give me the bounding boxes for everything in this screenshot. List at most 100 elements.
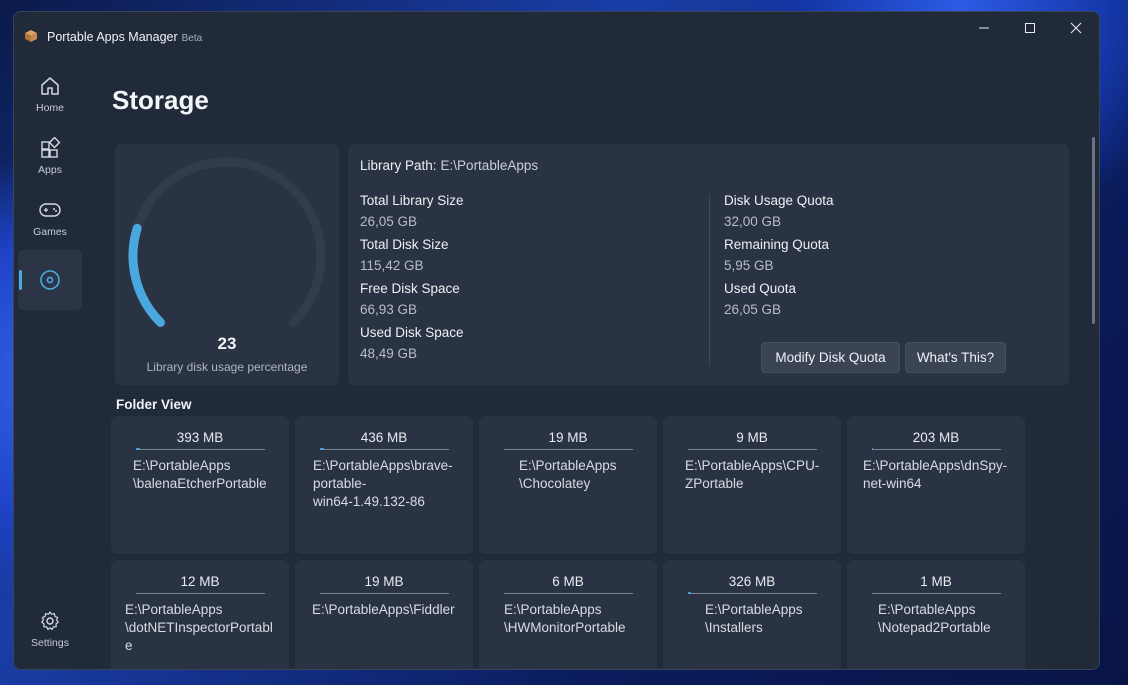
beta-badge: Beta — [181, 33, 203, 44]
folder-tile[interactable]: 326 MB E:\PortableApps \Installers — [663, 560, 841, 669]
folder-size: 19 MB — [364, 574, 404, 589]
close-button[interactable] — [1053, 12, 1099, 44]
folder-path: E:\PortableApps \Notepad2Portable — [878, 602, 991, 635]
folder-size: 19 MB — [548, 430, 588, 445]
active-indicator — [19, 270, 22, 290]
stat-total-library-size-label: Total Library Size — [360, 193, 464, 208]
nav-label-apps: Apps — [38, 163, 62, 176]
folder-tile[interactable]: 12 MB E:\PortableApps \dotNETInspectorPor… — [111, 560, 289, 669]
nav-item-apps[interactable]: Apps — [18, 126, 82, 186]
stat-free-disk-space-label: Free Disk Space — [360, 281, 460, 296]
folder-view-heading: Folder View — [116, 397, 192, 412]
close-icon — [1070, 22, 1082, 34]
storage-disc-icon — [40, 270, 60, 290]
folder-size: 12 MB — [180, 574, 220, 589]
folder-size-bar-fill — [136, 448, 140, 450]
folder-size-bar-fill — [320, 448, 324, 450]
folder-size-bar — [504, 593, 633, 594]
stat-used-quota-label: Used Quota — [724, 281, 797, 296]
apps-icon — [41, 136, 61, 158]
stat-total-disk-size-label: Total Disk Size — [360, 237, 449, 252]
app-title: Portable Apps Manager Beta — [47, 30, 203, 44]
folder-tile[interactable]: 6 MB E:\PortableApps \HWMonitorPortable — [479, 560, 657, 669]
folder-tile[interactable]: 9 MB E:\PortableApps\CPU- ZPortable — [663, 416, 841, 554]
nav-label-home: Home — [35, 101, 64, 114]
stat-remaining-quota-label: Remaining Quota — [724, 237, 830, 252]
gauge-progress-arc — [128, 223, 166, 327]
folder-size: 326 MB — [728, 574, 776, 589]
folder-size: 9 MB — [736, 430, 768, 445]
library-path-label: Library Path: — [360, 158, 437, 173]
folder-size-bar — [136, 448, 265, 450]
stat-total-library-size-value: 26,05 GB — [360, 214, 418, 229]
folder-tile[interactable]: 203 MB E:\PortableApps\dnSpy- net-win64 — [847, 416, 1025, 554]
folder-tile[interactable]: 1 MB E:\PortableApps \Notepad2Portable — [847, 560, 1025, 669]
stat-used-disk-space-label: Used Disk Space — [360, 325, 464, 340]
folder-size-bar — [688, 592, 817, 594]
nav-item-home[interactable]: Home — [18, 64, 82, 124]
folder-path: E:\PortableApps\brave- portable- win64-1… — [313, 458, 453, 509]
gauge-label: Library disk usage percentage — [146, 360, 308, 374]
stat-remaining-quota-value: 5,95 GB — [724, 258, 774, 273]
folder-tile[interactable]: 19 MB E:\PortableApps\Fiddler — [295, 560, 473, 669]
gear-icon — [41, 610, 59, 630]
folder-size-bar-fill — [688, 592, 691, 594]
stats-divider — [709, 194, 710, 366]
folder-path: E:\PortableApps\dnSpy- net-win64 — [863, 458, 1008, 491]
nav-item-settings-wrap: Settings — [18, 599, 82, 661]
minimize-button[interactable] — [961, 12, 1007, 44]
nav-item-games[interactable]: Games — [18, 188, 82, 248]
folder-size: 6 MB — [552, 574, 584, 589]
page-title: Storage — [112, 85, 209, 115]
folder-size: 203 MB — [912, 430, 960, 445]
folder-path: E:\PortableApps \Installers — [705, 602, 803, 635]
stat-free-disk-space-value: 66,93 GB — [360, 302, 418, 317]
folder-path: E:\PortableApps \HWMonitorPortable — [504, 602, 626, 635]
nav-label-settings: Settings — [31, 636, 69, 649]
folder-tile[interactable]: 393 MB E:\PortableApps \balenaEtcherPorta… — [111, 416, 289, 554]
maximize-button[interactable] — [1007, 12, 1053, 44]
stat-disk-usage-quota-value: 32,00 GB — [724, 214, 782, 229]
whats-this-button[interactable]: What's This? — [905, 342, 1006, 373]
folder-tile[interactable]: 436 MB E:\PortableApps\brave- portable- w… — [295, 416, 473, 554]
folder-size-bar — [320, 593, 449, 594]
gamepad-icon — [39, 202, 61, 217]
folder-size-bar — [136, 593, 265, 594]
library-path: Library Path: E:\PortableApps — [360, 158, 538, 173]
nav-item-settings[interactable]: Settings — [18, 599, 82, 659]
folder-path: E:\PortableApps \dotNETInspectorPortabl … — [125, 602, 273, 653]
title-bar[interactable]: Portable Apps Manager Beta — [14, 12, 1099, 56]
stat-disk-usage-quota-label: Disk Usage Quota — [724, 193, 834, 208]
minimize-icon — [979, 27, 989, 29]
maximize-icon — [1025, 23, 1035, 33]
folder-path: E:\PortableApps \balenaEtcherPortable — [133, 458, 267, 491]
gauge-card: 23 Library disk usage percentage — [115, 144, 339, 385]
nav-label-games: Games — [33, 225, 67, 238]
home-icon — [41, 76, 59, 95]
folder-size-bar — [872, 448, 1001, 450]
stat-used-quota-value: 26,05 GB — [724, 302, 782, 317]
folder-size: 393 MB — [176, 430, 224, 445]
folder-size-bar-fill — [872, 448, 874, 450]
gauge-track — [128, 157, 326, 327]
stat-used-disk-space-value: 48,49 GB — [360, 346, 418, 361]
modify-disk-quota-button[interactable]: Modify Disk Quota — [761, 342, 900, 373]
app-window: Portable Apps Manager Beta Home Apps Gam… — [13, 11, 1100, 670]
stat-total-disk-size-value: 115,42 GB — [360, 258, 424, 273]
app-logo-icon — [25, 30, 37, 42]
folder-size-bar — [320, 448, 449, 450]
folder-path: E:\PortableApps\CPU- ZPortable — [685, 458, 820, 491]
folder-size-bar — [688, 449, 817, 450]
folder-size-bar — [872, 593, 1001, 594]
gauge-value: 23 — [217, 334, 237, 353]
folder-size: 1 MB — [920, 574, 952, 589]
nav-item-storage[interactable] — [18, 250, 82, 310]
side-nav: Home Apps Games — [18, 64, 86, 312]
page-scrollbar[interactable] — [1092, 137, 1095, 324]
folder-size: 436 MB — [360, 430, 408, 445]
library-info-card: Library Path: E:\PortableApps Total Libra… — [348, 144, 1069, 385]
usage-gauge — [128, 157, 326, 327]
folder-tile[interactable]: 19 MB E:\PortableApps \Chocolatey — [479, 416, 657, 554]
folder-path: E:\PortableApps\Fiddler — [312, 602, 455, 617]
folder-path: E:\PortableApps \Chocolatey — [519, 458, 617, 491]
